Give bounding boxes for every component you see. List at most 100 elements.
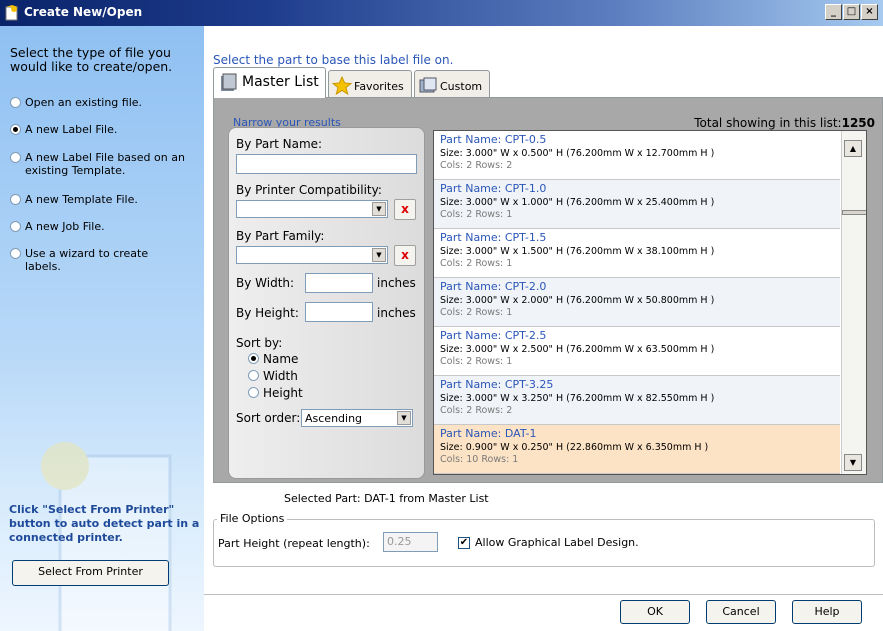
height-input[interactable] — [305, 302, 373, 322]
tab-master-list[interactable]: Master List — [213, 67, 326, 98]
custom-label-icon — [419, 77, 437, 93]
radio-sort-name[interactable] — [248, 353, 259, 364]
part-cols-rows: Cols: 2 Rows: 1 — [440, 209, 513, 220]
sort-option-label: Height — [263, 386, 303, 400]
chevron-down-icon[interactable]: ▼ — [372, 248, 386, 262]
part-size: Size: 0.900" W x 0.250" H (22.860mm W x … — [440, 442, 709, 453]
star-icon — [332, 76, 352, 96]
part-name: Part Name: CPT-1.5 — [440, 231, 547, 244]
option-label: A new Job File. — [25, 220, 105, 233]
chevron-down-icon[interactable]: ▼ — [397, 411, 411, 425]
list-item[interactable]: Part Name: CPT-1.0 Size: 3.000" W x 1.00… — [434, 180, 840, 229]
printer-hint: Click "Select From Printer" button to au… — [9, 503, 200, 544]
radio-new-label-from-template[interactable] — [10, 152, 21, 163]
width-input[interactable] — [305, 273, 373, 293]
window-title: Create New/Open — [24, 5, 143, 19]
part-cols-rows: Cols: 2 Rows: 1 — [440, 356, 513, 367]
scroll-down-icon[interactable]: ▼ — [844, 454, 862, 471]
part-cols-rows: Cols: 2 Rows: 2 — [440, 405, 513, 416]
help-button[interactable]: Help — [792, 600, 862, 624]
option-label: A new Label File based on an existing Te… — [25, 151, 185, 177]
app-icon — [5, 5, 18, 21]
part-size: Size: 3.000" W x 2.500" H (76.200mm W x … — [440, 344, 715, 355]
tab-custom[interactable]: Custom — [414, 70, 490, 100]
file-options-title: File Options — [217, 512, 288, 525]
sort-order-value: Ascending — [305, 412, 363, 425]
printer-compat-label: By Printer Compatibility: — [236, 183, 382, 197]
select-from-printer-button[interactable]: Select From Printer — [12, 560, 169, 586]
total-label: Total showing in this list: — [694, 116, 842, 130]
clear-printer-button[interactable]: x — [394, 199, 416, 220]
radio-new-template[interactable] — [10, 194, 21, 205]
width-label: By Width: — [236, 276, 295, 290]
allow-graphical-checkbox[interactable]: ✔ — [458, 537, 470, 549]
list-item-selected[interactable]: Part Name: DAT-1 Size: 0.900" W x 0.250"… — [434, 425, 840, 474]
part-height-label: Part Height (repeat length): — [218, 537, 370, 550]
option-label: Use a wizard to create labels. — [25, 247, 149, 273]
list-item[interactable]: Part Name: CPT-2.0 Size: 3.000" W x 2.00… — [434, 278, 840, 327]
part-name-input[interactable] — [236, 154, 417, 174]
radio-new-label[interactable] — [10, 124, 21, 135]
part-size: Size: 3.000" W x 1.000" H (76.200mm W x … — [440, 197, 715, 208]
divider — [204, 594, 883, 595]
printer-compat-select[interactable]: ▼ — [236, 200, 388, 218]
list-item[interactable]: Part Name: CPT-3.25 Size: 3.000" W x 3.2… — [434, 376, 840, 425]
tab-label: Custom — [440, 80, 483, 93]
ok-button[interactable]: OK — [620, 600, 690, 624]
file-type-panel: Select the type of file you would like t… — [0, 26, 204, 631]
sort-option-label: Width — [263, 369, 298, 383]
radio-new-job[interactable] — [10, 221, 21, 232]
part-size: Size: 3.000" W x 3.250" H (76.200mm W x … — [440, 393, 715, 404]
tab-label: Favorites — [354, 80, 404, 93]
part-cols-rows: Cols: 2 Rows: 2 — [440, 160, 513, 171]
list-item[interactable]: Part Name: CPT-0.5 Size: 3.000" W x 0.50… — [434, 131, 840, 180]
list-item[interactable]: Part Name: CPT-1.5 Size: 3.000" W x 1.50… — [434, 229, 840, 278]
parts-list[interactable]: Part Name: CPT-0.5 Size: 3.000" W x 0.50… — [433, 130, 867, 475]
sort-order-label: Sort order: — [236, 411, 301, 425]
clear-family-button[interactable]: x — [394, 245, 416, 266]
close-button[interactable]: × — [861, 4, 878, 20]
file-type-prompt: Select the type of file you would like t… — [10, 45, 173, 74]
title-bar: Create New/Open _ □ × — [0, 0, 883, 26]
tab-favorites[interactable]: Favorites — [328, 70, 412, 100]
part-name-label: By Part Name: — [236, 137, 323, 151]
book-stack-icon — [221, 73, 237, 91]
part-size: Size: 3.000" W x 2.000" H (76.200mm W x … — [440, 295, 715, 306]
scroll-up-icon[interactable]: ▲ — [844, 140, 862, 157]
option-label: Open an existing file. — [25, 96, 143, 109]
sort-order-select[interactable]: Ascending ▼ — [301, 409, 413, 427]
part-cols-rows: Cols: 10 Rows: 1 — [440, 454, 519, 465]
part-name: Part Name: CPT-2.5 — [440, 329, 547, 342]
height-unit: inches — [377, 306, 416, 320]
scroll-thumb[interactable] — [842, 210, 866, 215]
radio-sort-width[interactable] — [248, 370, 259, 381]
selected-part-text: Selected Part: DAT-1 from Master List — [284, 492, 489, 505]
total-value: 1250 — [841, 116, 875, 130]
maximize-button[interactable]: □ — [843, 4, 860, 20]
radio-open-existing[interactable] — [10, 97, 21, 108]
minimize-button[interactable]: _ — [825, 4, 842, 20]
option-label: A new Template File. — [25, 193, 138, 206]
part-cols-rows: Cols: 2 Rows: 1 — [440, 307, 513, 318]
part-cols-rows: Cols: 2 Rows: 1 — [440, 258, 513, 269]
width-unit: inches — [377, 276, 416, 290]
cancel-button[interactable]: Cancel — [706, 600, 776, 624]
part-name: Part Name: DAT-1 — [440, 427, 537, 440]
part-name: Part Name: CPT-2.0 — [440, 280, 547, 293]
part-name: Part Name: CPT-0.5 — [440, 133, 547, 146]
radio-sort-height[interactable] — [248, 387, 259, 398]
tab-label: Master List — [242, 74, 319, 90]
part-size: Size: 3.000" W x 0.500" H (76.200mm W x … — [440, 148, 715, 159]
part-family-select[interactable]: ▼ — [236, 246, 388, 264]
radio-wizard[interactable] — [10, 248, 21, 259]
option-label: A new Label File. — [25, 123, 118, 136]
part-name: Part Name: CPT-1.0 — [440, 182, 547, 195]
part-selection-title: Select the part to base this label file … — [213, 53, 454, 67]
list-scrollbar[interactable]: ▲ ▼ — [841, 131, 866, 474]
chevron-down-icon[interactable]: ▼ — [372, 202, 386, 216]
part-height-input[interactable]: 0.25 — [383, 532, 438, 552]
allow-graphical-label: Allow Graphical Label Design. — [475, 536, 639, 549]
total-count: Total showing in this list:1250 — [600, 116, 875, 130]
list-item[interactable]: Part Name: CPT-2.5 Size: 3.000" W x 2.50… — [434, 327, 840, 376]
sort-by-label: Sort by: — [236, 336, 283, 350]
